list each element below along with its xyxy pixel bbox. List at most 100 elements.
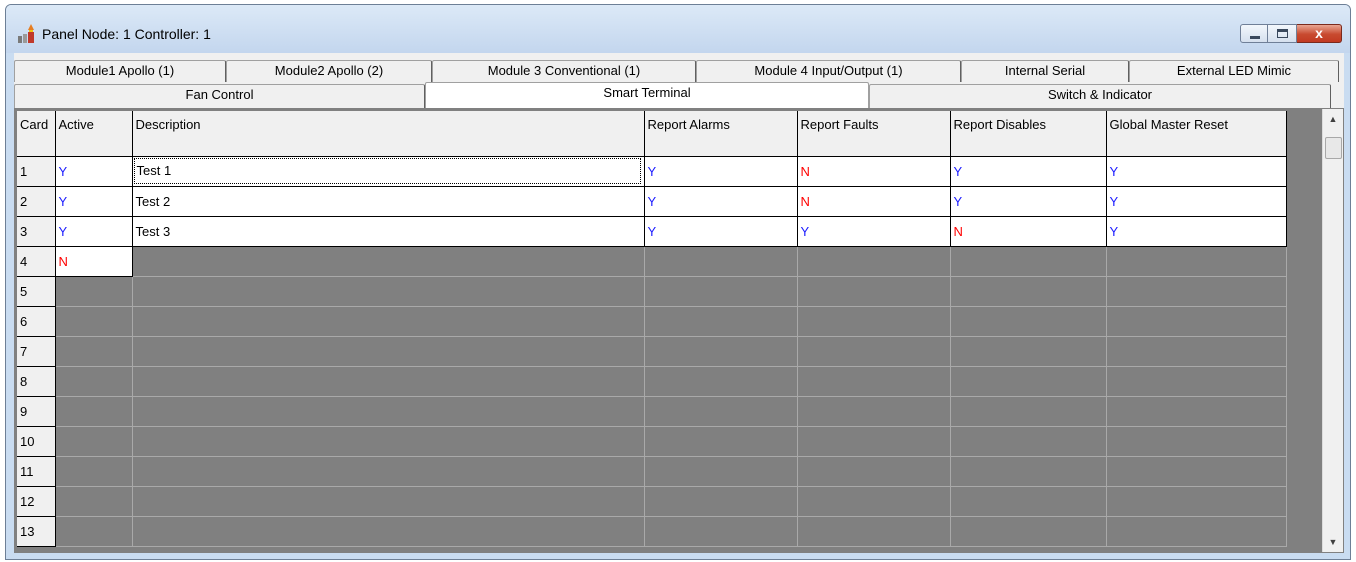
- disabled-cell: [797, 516, 951, 547]
- minimize-button[interactable]: [1240, 24, 1268, 43]
- scroll-thumb[interactable]: [1325, 137, 1342, 159]
- header-description[interactable]: Description: [132, 111, 645, 157]
- tab-module3-conventional[interactable]: Module 3 Conventional (1): [432, 60, 696, 82]
- disabled-cell: [55, 306, 133, 337]
- global-master-reset-cell[interactable]: Y: [1106, 186, 1287, 217]
- disabled-cell: [797, 456, 951, 487]
- disabled-cell: [644, 306, 798, 337]
- scroll-up-arrow-icon[interactable]: ▲: [1323, 109, 1343, 129]
- active-cell[interactable]: Y: [55, 156, 133, 187]
- disabled-cell: [644, 426, 798, 457]
- disabled-cell: [797, 246, 951, 277]
- tab-smart-terminal[interactable]: Smart Terminal: [425, 82, 869, 108]
- active-cell[interactable]: Y: [55, 216, 133, 247]
- table-row: 2 Y Test 2 Y N Y Y: [17, 186, 1287, 217]
- smart-terminal-grid: Card Active Description Report Alarms Re…: [14, 108, 1344, 553]
- table-row: 10: [17, 426, 1287, 457]
- report-faults-cell[interactable]: N: [797, 186, 951, 217]
- header-global-master-reset[interactable]: Global Master Reset: [1106, 111, 1287, 157]
- disabled-cell: [55, 396, 133, 427]
- report-disables-cell[interactable]: N: [950, 216, 1107, 247]
- card-number: 7: [17, 336, 56, 367]
- disabled-cell: [55, 516, 133, 547]
- description-cell[interactable]: Test 1: [132, 156, 645, 187]
- report-alarms-cell[interactable]: Y: [644, 156, 798, 187]
- header-report-disables[interactable]: Report Disables: [950, 111, 1107, 157]
- disabled-cell: [950, 276, 1107, 307]
- report-disables-cell[interactable]: Y: [950, 186, 1107, 217]
- description-cell[interactable]: Test 2: [132, 186, 645, 217]
- disabled-cell: [132, 486, 645, 517]
- disabled-cell: [55, 456, 133, 487]
- scroll-down-arrow-icon[interactable]: ▼: [1323, 532, 1343, 552]
- disabled-cell: [132, 366, 645, 397]
- description-cell[interactable]: Test 3: [132, 216, 645, 247]
- disabled-cell: [55, 276, 133, 307]
- header-card[interactable]: Card: [17, 111, 56, 157]
- disabled-cell: [132, 396, 645, 427]
- table-row: 4 N: [17, 246, 1287, 277]
- table-row: 13: [17, 516, 1287, 547]
- disabled-cell: [1106, 516, 1287, 547]
- disabled-cell: [55, 486, 133, 517]
- disabled-cell: [55, 426, 133, 457]
- disabled-cell: [797, 396, 951, 427]
- disabled-cell: [132, 276, 645, 307]
- disabled-cell: [55, 336, 133, 367]
- title-bar[interactable]: Panel Node: 1 Controller: 1 x: [6, 5, 1350, 53]
- disabled-cell: [950, 336, 1107, 367]
- report-alarms-cell[interactable]: Y: [644, 216, 798, 247]
- disabled-cell: [132, 456, 645, 487]
- tab-external-led-mimic[interactable]: External LED Mimic: [1129, 60, 1339, 82]
- tab-internal-serial[interactable]: Internal Serial: [961, 60, 1129, 82]
- close-button[interactable]: x: [1297, 24, 1342, 43]
- active-cell[interactable]: Y: [55, 186, 133, 217]
- disabled-cell: [1106, 276, 1287, 307]
- card-number: 5: [17, 276, 56, 307]
- disabled-cell: [797, 276, 951, 307]
- tab-row-1: Module1 Apollo (1) Module2 Apollo (2) Mo…: [14, 60, 1339, 82]
- tab-control: Module1 Apollo (1) Module2 Apollo (2) Mo…: [14, 53, 1344, 553]
- disabled-cell: [1106, 396, 1287, 427]
- disabled-cell: [55, 366, 133, 397]
- table-row: 5: [17, 276, 1287, 307]
- report-alarms-cell[interactable]: Y: [644, 186, 798, 217]
- table-row: 3 Y Test 3 Y Y N Y: [17, 216, 1287, 247]
- disabled-cell: [950, 396, 1107, 427]
- maximize-button[interactable]: [1268, 24, 1297, 43]
- close-icon: x: [1315, 25, 1323, 41]
- card-number: 9: [17, 396, 56, 427]
- table-row: 12: [17, 486, 1287, 517]
- header-report-alarms[interactable]: Report Alarms: [644, 111, 798, 157]
- disabled-cell: [797, 486, 951, 517]
- window-controls: x: [1240, 24, 1342, 43]
- tab-switch-indicator[interactable]: Switch & Indicator: [869, 84, 1331, 108]
- report-disables-cell[interactable]: Y: [950, 156, 1107, 187]
- header-report-faults[interactable]: Report Faults: [797, 111, 951, 157]
- card-number: 12: [17, 486, 56, 517]
- active-cell[interactable]: N: [55, 246, 133, 277]
- tab-module1-apollo[interactable]: Module1 Apollo (1): [14, 60, 226, 82]
- disabled-cell: [1106, 366, 1287, 397]
- header-active[interactable]: Active: [55, 111, 133, 157]
- tab-module4-input-output[interactable]: Module 4 Input/Output (1): [696, 60, 961, 82]
- tab-row-2: Fan Control Smart Terminal Switch & Indi…: [14, 82, 1331, 108]
- tab-fan-control[interactable]: Fan Control: [14, 84, 425, 108]
- global-master-reset-cell[interactable]: Y: [1106, 216, 1287, 247]
- card-number: 3: [17, 216, 56, 247]
- disabled-cell: [950, 516, 1107, 547]
- minimize-icon: [1250, 36, 1260, 39]
- disabled-cell: [644, 516, 798, 547]
- disabled-cell: [950, 246, 1107, 277]
- card-number: 8: [17, 366, 56, 397]
- disabled-cell: [950, 366, 1107, 397]
- report-faults-cell[interactable]: N: [797, 156, 951, 187]
- panel-window: Panel Node: 1 Controller: 1 x Module1 Ap…: [5, 4, 1351, 560]
- report-faults-cell[interactable]: Y: [797, 216, 951, 247]
- tab-module2-apollo[interactable]: Module2 Apollo (2): [226, 60, 432, 82]
- global-master-reset-cell[interactable]: Y: [1106, 156, 1287, 187]
- disabled-cell: [950, 426, 1107, 457]
- description-text: Test 1: [133, 158, 641, 184]
- vertical-scrollbar[interactable]: ▲ ▼: [1322, 109, 1343, 552]
- disabled-cell: [1106, 426, 1287, 457]
